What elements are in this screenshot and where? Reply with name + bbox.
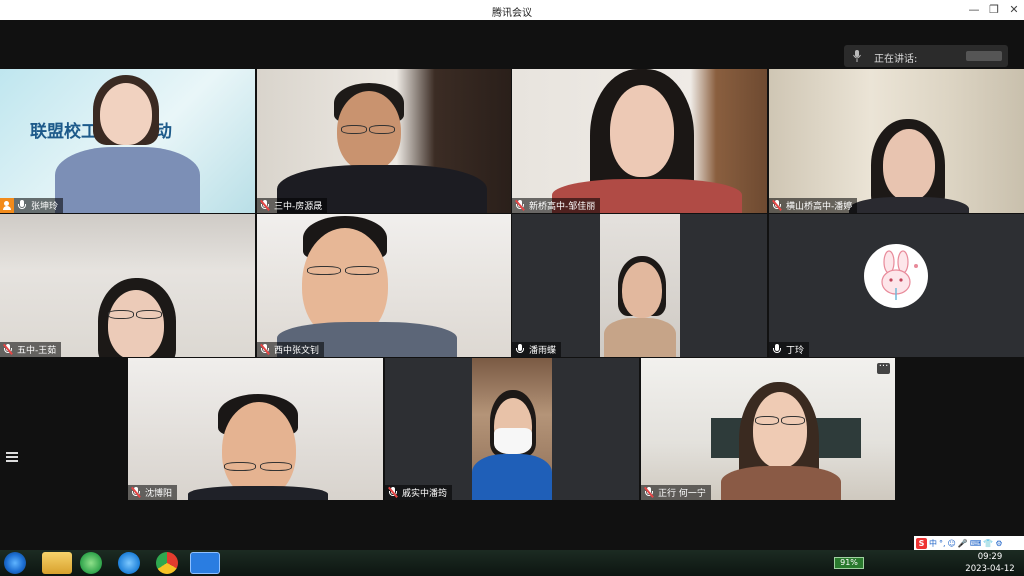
- video-tile-11[interactable]: 正行 何一宁: [641, 358, 895, 500]
- ime-emoji[interactable]: ☺: [948, 539, 956, 548]
- 360-browser-icon[interactable]: [80, 552, 102, 574]
- ime-settings[interactable]: ⚙: [995, 539, 1002, 548]
- participant-name: 戚实中潘筠: [402, 489, 448, 499]
- video-tile-8[interactable]: 丁玲: [769, 214, 1024, 357]
- mic-muted-icon: [260, 200, 270, 211]
- participant-name: 正行 何一宁: [658, 489, 706, 499]
- video-tile-2[interactable]: 三中-房源晟: [257, 69, 511, 213]
- video-tile-7[interactable]: 潘雨蝶: [512, 214, 767, 357]
- participant-nametag: 潘雨蝶: [512, 342, 562, 357]
- video-tile-5[interactable]: 五中-王茹: [0, 214, 255, 357]
- speaking-indicator: 正在讲话:: [844, 45, 1008, 67]
- sogou-icon[interactable]: S: [916, 537, 927, 549]
- window-title: 腾讯会议: [492, 8, 532, 19]
- participant-nametag: 新桥高中-邹佳丽: [512, 198, 601, 213]
- participant-nametag: 正行 何一宁: [641, 485, 711, 500]
- ime-mode[interactable]: 中: [929, 538, 937, 549]
- tile-more-button[interactable]: ···: [877, 362, 890, 374]
- participant-nametag: 西中张文钊: [257, 342, 325, 357]
- ime-keyboard[interactable]: ⌨: [970, 539, 982, 548]
- chrome-icon[interactable]: [156, 552, 178, 574]
- video-tile-3[interactable]: 新桥高中-邹佳丽: [512, 69, 767, 213]
- participant-name: 沈博阳: [145, 489, 173, 499]
- participant-nametag: 戚实中潘筠: [385, 485, 453, 500]
- video-tile-1[interactable]: 联盟校工 常规活动 张坤玲: [0, 69, 255, 213]
- participant-name: 五中-王茹: [17, 346, 57, 356]
- participant-list-toggle-icon[interactable]: [6, 452, 18, 464]
- tencent-meeting-icon[interactable]: [190, 552, 220, 574]
- ime-voice[interactable]: 🎤: [958, 539, 968, 548]
- portrait-video: [472, 358, 552, 500]
- participant-name: 西中张文钊: [274, 346, 320, 356]
- video-tile-6[interactable]: 西中张文钊: [257, 214, 511, 357]
- speaking-label: 正在讲话:: [874, 54, 918, 65]
- system-clock[interactable]: 09:29 2023-04-12: [960, 551, 1020, 575]
- participant-name: 新桥高中-邹佳丽: [529, 202, 596, 212]
- mic-muted-icon: [388, 487, 398, 498]
- mic-muted-icon: [772, 200, 782, 211]
- ime-skin[interactable]: 👕: [983, 539, 993, 548]
- mic-on-icon: [17, 200, 27, 211]
- participant-name: 三中-房源晟: [274, 202, 323, 212]
- video-tile-10[interactable]: 戚实中潘筠: [385, 358, 639, 500]
- participant-nametag: 沈博阳: [128, 485, 178, 500]
- mic-on-icon: [515, 344, 525, 355]
- participant-name: 潘雨蝶: [529, 346, 557, 356]
- battery-indicator[interactable]: 91%: [834, 557, 864, 569]
- host-icon: [0, 198, 14, 213]
- mic-muted-icon: [644, 487, 654, 498]
- clock-time: 09:29: [977, 552, 1003, 562]
- participant-name: 横山桥高中-潘婷: [786, 202, 853, 212]
- microphone-icon: [853, 50, 861, 62]
- participant-nametag: 横山桥高中-潘婷: [769, 198, 858, 213]
- participant-nametag: 丁玲: [769, 342, 810, 357]
- title-bar: 腾讯会议 — ❐ ✕: [0, 0, 1024, 20]
- restore-icon[interactable]: ❐: [986, 2, 1002, 18]
- participant-name: 丁玲: [786, 346, 805, 356]
- ime-punct[interactable]: °,: [939, 539, 946, 548]
- ime-toolbar[interactable]: S 中 °, ☺ 🎤 ⌨ 👕 ⚙: [914, 536, 1024, 550]
- mic-on-icon: [772, 344, 782, 355]
- rabbit-avatar-icon: [864, 244, 928, 308]
- video-tile-4[interactable]: 横山桥高中-潘婷: [769, 69, 1024, 213]
- mic-muted-icon: [515, 200, 525, 211]
- speaker-name-redacted: [966, 51, 1002, 61]
- participant-nametag: 五中-王茹: [0, 342, 62, 357]
- close-icon[interactable]: ✕: [1006, 2, 1022, 18]
- mic-muted-icon: [131, 487, 141, 498]
- minimize-icon[interactable]: —: [966, 2, 982, 18]
- mic-muted-icon: [3, 344, 13, 355]
- mic-muted-icon: [260, 344, 270, 355]
- participant-nametag: 张坤玲: [0, 198, 64, 213]
- explorer-icon[interactable]: [42, 552, 72, 574]
- portrait-video: [600, 214, 680, 357]
- participant-nametag: 三中-房源晟: [257, 198, 328, 213]
- participant-name: 张坤玲: [31, 202, 59, 212]
- start-icon[interactable]: [4, 552, 26, 574]
- ie-icon[interactable]: [118, 552, 140, 574]
- taskbar: [0, 550, 1024, 576]
- video-tile-9[interactable]: 沈博阳: [128, 358, 383, 500]
- clock-date: 2023-04-12: [965, 564, 1015, 574]
